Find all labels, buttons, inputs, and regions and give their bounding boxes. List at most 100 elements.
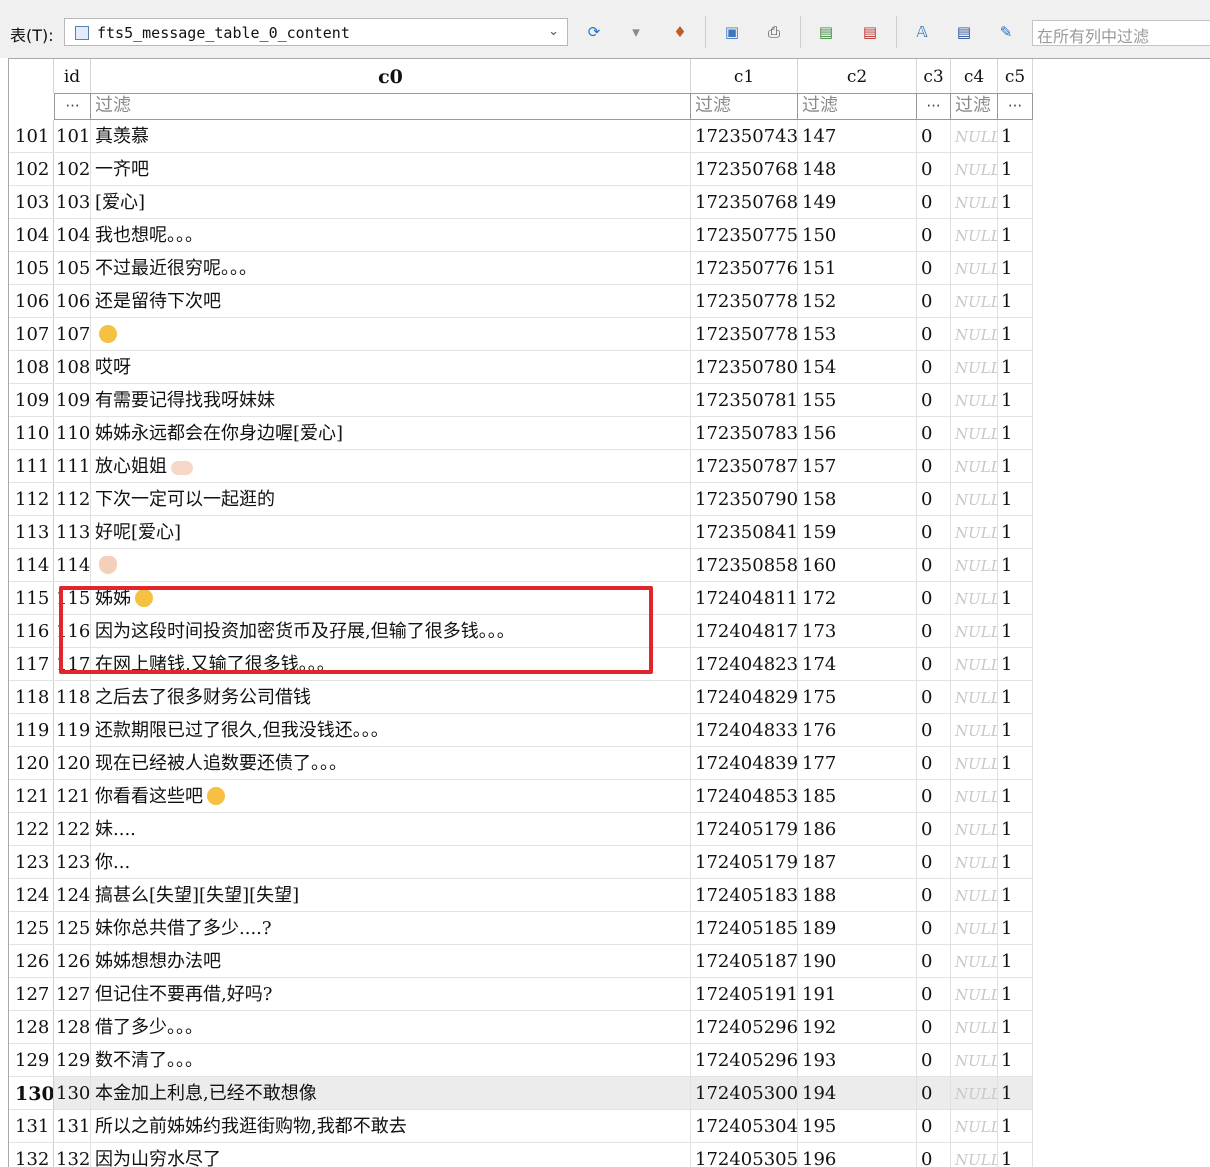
cell-c2[interactable]: 195 <box>798 1110 917 1142</box>
row-number[interactable]: 103 <box>9 186 54 218</box>
cell-c0[interactable]: 妹你总共借了多少....? <box>91 912 691 944</box>
cell-c5[interactable]: 1 <box>998 318 1033 350</box>
cell-c1[interactable]: 1724052960 <box>691 1011 798 1043</box>
cell-c3[interactable]: 0 <box>917 582 951 614</box>
cell-c3[interactable]: 0 <box>917 120 951 152</box>
cell-id[interactable]: 124 <box>54 879 91 911</box>
cell-id[interactable]: 125 <box>54 912 91 944</box>
cell-c1[interactable]: 1723508587 <box>691 549 798 581</box>
cell-c1[interactable]: 1724053058 <box>691 1143 798 1167</box>
cell-id[interactable]: 117 <box>54 648 91 680</box>
cell-c0[interactable]: 妹.... <box>91 813 691 845</box>
cell-c3[interactable]: 0 <box>917 318 951 350</box>
cell-c5[interactable]: 1 <box>998 681 1033 713</box>
cell-c1[interactable]: 1724048174 <box>691 615 798 647</box>
cell-c0[interactable]: 放心姐姐 <box>91 450 691 482</box>
cell-c4[interactable]: NULL <box>951 252 998 284</box>
cell-c2[interactable]: 149 <box>798 186 917 218</box>
table-row[interactable]: 103103[爱心]17235076871490NULL1 <box>9 186 1033 219</box>
table-row[interactable]: 123123你...17240517991870NULL1 <box>9 846 1033 879</box>
row-number[interactable]: 130 <box>9 1077 54 1109</box>
cell-c5[interactable]: 1 <box>998 582 1033 614</box>
cell-c4[interactable]: NULL <box>951 582 998 614</box>
cell-c1[interactable]: 1724051877 <box>691 945 798 977</box>
cell-c5[interactable]: 1 <box>998 615 1033 647</box>
cell-c4[interactable]: NULL <box>951 120 998 152</box>
row-number[interactable]: 123 <box>9 846 54 878</box>
cell-c5[interactable]: 1 <box>998 879 1033 911</box>
cell-c1[interactable]: 1723507687 <box>691 186 798 218</box>
cell-c3[interactable]: 0 <box>917 1110 951 1142</box>
cell-id[interactable]: 112 <box>54 483 91 515</box>
cell-c2[interactable]: 174 <box>798 648 917 680</box>
cell-id[interactable]: 115 <box>54 582 91 614</box>
cell-c0[interactable]: 哎呀 <box>91 351 691 383</box>
clear-filter-icon[interactable]: ▾ <box>624 20 648 44</box>
cell-id[interactable]: 119 <box>54 714 91 746</box>
cell-c0[interactable]: 现在已经被人追数要还债了。。。 <box>91 747 691 779</box>
cell-c2[interactable]: 151 <box>798 252 917 284</box>
cell-c5[interactable]: 1 <box>998 483 1033 515</box>
column-header-c4[interactable]: c4 <box>951 59 998 93</box>
cell-c5[interactable]: 1 <box>998 648 1033 680</box>
cell-c3[interactable]: 0 <box>917 846 951 878</box>
cell-c1[interactable]: 1724053047 <box>691 1110 798 1142</box>
cell-c4[interactable]: NULL <box>951 747 998 779</box>
cell-c3[interactable]: 0 <box>917 1143 951 1167</box>
delete-filter-icon[interactable]: ♦ <box>668 20 692 44</box>
cell-c4[interactable]: NULL <box>951 1011 998 1043</box>
column-header-c2[interactable]: c2 <box>798 59 917 93</box>
cell-c2[interactable]: 159 <box>798 516 917 548</box>
cell-c5[interactable]: 1 <box>998 1143 1033 1167</box>
row-number[interactable]: 124 <box>9 879 54 911</box>
cell-id[interactable]: 122 <box>54 813 91 845</box>
delete-record-icon[interactable]: ▤ <box>858 20 882 44</box>
row-number[interactable]: 121 <box>9 780 54 812</box>
column-header-c3[interactable]: c3 <box>917 59 951 93</box>
cell-c1[interactable]: 1723507766 <box>691 252 798 284</box>
cell-c3[interactable]: 0 <box>917 945 951 977</box>
cell-c4[interactable]: NULL <box>951 1044 998 1076</box>
cell-id[interactable]: 105 <box>54 252 91 284</box>
cell-id[interactable]: 103 <box>54 186 91 218</box>
cell-id[interactable]: 101 <box>54 120 91 152</box>
cell-c3[interactable]: 0 <box>917 384 951 416</box>
cell-c3[interactable]: 0 <box>917 681 951 713</box>
table-row[interactable]: 104104我也想呢。。。17235077511500NULL1 <box>9 219 1033 252</box>
cell-c0[interactable] <box>91 549 691 581</box>
cell-c2[interactable]: 188 <box>798 879 917 911</box>
cell-c1[interactable]: 1724048392 <box>691 747 798 779</box>
cell-c0[interactable]: 搞甚么[失望][失望][失望] <box>91 879 691 911</box>
cell-c3[interactable]: 0 <box>917 813 951 845</box>
cell-c5[interactable]: 1 <box>998 384 1033 416</box>
row-number[interactable]: 113 <box>9 516 54 548</box>
row-number[interactable]: 128 <box>9 1011 54 1043</box>
cell-c1[interactable]: 1723507901 <box>691 483 798 515</box>
cell-c0[interactable]: 但记住不要再借,好吗? <box>91 978 691 1010</box>
cell-id[interactable]: 108 <box>54 351 91 383</box>
cell-c4[interactable]: NULL <box>951 153 998 185</box>
refresh-icon[interactable]: ⟳ <box>582 20 606 44</box>
cell-c2[interactable]: 156 <box>798 417 917 449</box>
row-number[interactable]: 112 <box>9 483 54 515</box>
cell-c2[interactable]: 152 <box>798 285 917 317</box>
cell-c4[interactable]: NULL <box>951 780 998 812</box>
cell-c1[interactable]: 1724053003 <box>691 1077 798 1109</box>
row-number[interactable]: 110 <box>9 417 54 449</box>
cell-c5[interactable]: 1 <box>998 1077 1033 1109</box>
cell-c0[interactable]: 数不清了。。。 <box>91 1044 691 1076</box>
cell-c5[interactable]: 1 <box>998 351 1033 383</box>
cell-c4[interactable]: NULL <box>951 945 998 977</box>
row-number[interactable]: 101 <box>9 120 54 152</box>
cell-c1[interactable]: 1724048336 <box>691 714 798 746</box>
cell-c3[interactable]: 0 <box>917 1044 951 1076</box>
cell-c1[interactable]: 1724051797 <box>691 813 798 845</box>
table-row[interactable]: 131131所以之前姊姊约我逛街购物,我都不敢去17240530471950NU… <box>9 1110 1033 1143</box>
find-icon[interactable]: 𝔸 <box>910 20 934 44</box>
cell-c4[interactable]: NULL <box>951 813 998 845</box>
table-row[interactable]: 114114 17235085871600NULL1 <box>9 549 1033 582</box>
insert-record-icon[interactable]: ▤ <box>814 20 838 44</box>
cell-c3[interactable]: 0 <box>917 978 951 1010</box>
cell-c1[interactable]: 1724048111 <box>691 582 798 614</box>
table-row[interactable]: 120120现在已经被人追数要还债了。。。17240483921770NULL1 <box>9 747 1033 780</box>
